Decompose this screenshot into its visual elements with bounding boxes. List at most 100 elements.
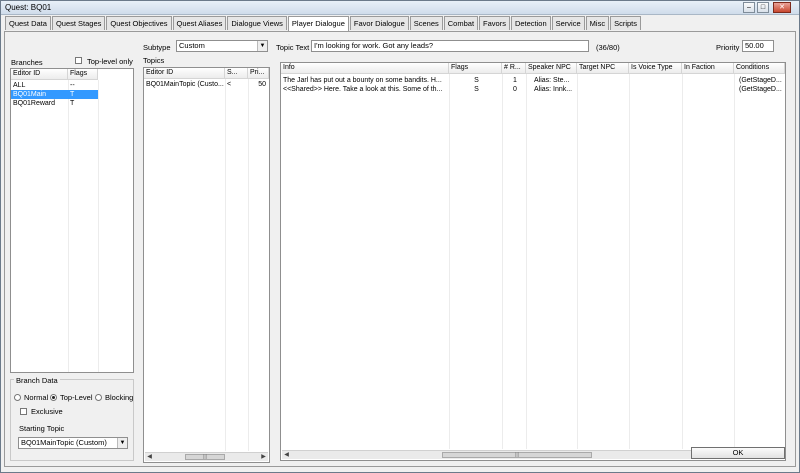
tab-misc[interactable]: Misc [585, 16, 610, 30]
column-header-info[interactable]: Info [281, 63, 449, 74]
tab-dialogue-views[interactable]: Dialogue Views [227, 16, 287, 30]
info-speaker-npc: Alias: Innk... [534, 86, 573, 93]
column-header-in-faction[interactable]: In Faction [682, 63, 734, 74]
exclusive-label: Exclusive [31, 407, 63, 416]
scrollbar-thumb[interactable]: ||| [185, 454, 225, 460]
ok-button[interactable]: OK [691, 447, 785, 459]
chevron-down-icon: ▼ [257, 41, 267, 51]
info-target-npc [577, 85, 629, 94]
info-response-count: 0 [513, 86, 517, 93]
column-divider [526, 74, 527, 449]
column-divider [577, 74, 578, 449]
column-header-flags[interactable]: Flags [68, 69, 98, 80]
tab-strip: Quest Data Quest Stages Quest Objectives… [5, 16, 642, 31]
info-voice-type [629, 76, 682, 85]
info-voice-type [629, 85, 682, 94]
normal-label: Normal [24, 393, 49, 402]
tab-quest-data[interactable]: Quest Data [5, 16, 51, 30]
close-button[interactable]: ✕ [773, 2, 791, 13]
top-level-only-checkbox[interactable] [75, 57, 82, 64]
topic-text-input[interactable]: I'm looking for work. Got any leads? [311, 40, 589, 52]
maximize-icon: □ [760, 4, 766, 11]
tab-favor-dialogue[interactable]: Favor Dialogue [349, 16, 409, 30]
branch-flags: T [68, 90, 98, 99]
priority-label: Priority [716, 43, 740, 52]
scrollbar-thumb[interactable]: ||| [442, 452, 592, 458]
branch-flags: -- [70, 82, 75, 89]
column-header-target-npc[interactable]: Target NPC [577, 63, 629, 74]
info-response-count: 1 [513, 77, 517, 84]
info-table[interactable]: Info Flags # R... Speaker NPC Target NPC… [280, 62, 786, 461]
blocking-radio[interactable] [95, 394, 102, 401]
scroll-left-icon[interactable]: ◀ [145, 453, 154, 461]
maximize-button[interactable]: □ [757, 2, 769, 13]
branch-flags: T [70, 100, 75, 107]
branch-editor-id: ALL [13, 82, 26, 89]
column-header-responses[interactable]: # R... [502, 63, 526, 74]
tab-favors[interactable]: Favors [479, 16, 510, 30]
info-in-faction [682, 85, 734, 94]
info-conditions: (GetStageD... [739, 86, 782, 93]
info-row[interactable]: <<Shared>> Here. Take a look at this. So… [281, 85, 785, 94]
minimize-button[interactable]: – [743, 2, 755, 13]
scroll-left-icon[interactable]: ◀ [282, 451, 291, 459]
info-row[interactable]: The Jarl has put out a bounty on some ba… [281, 76, 785, 85]
topic-text-count: (36/80) [596, 43, 620, 52]
topic-s: < [227, 81, 232, 88]
normal-radio[interactable] [14, 394, 21, 401]
starting-topic-value: BQ01MainTopic (Custom) [21, 438, 107, 447]
column-header-flags[interactable]: Flags [449, 63, 502, 74]
topic-priority: 50 [258, 81, 266, 88]
minimize-icon: – [747, 4, 751, 11]
column-header-voice-type[interactable]: Is Voice Type [629, 63, 682, 74]
exclusive-checkbox[interactable] [20, 408, 27, 415]
tab-quest-aliases[interactable]: Quest Aliases [172, 16, 227, 30]
info-flags: S [474, 86, 479, 93]
branch-row-all[interactable]: ALL -- [11, 81, 133, 90]
tab-detection[interactable]: Detection [510, 16, 551, 30]
column-divider [629, 74, 630, 449]
topic-editor-id: BQ01MainTopic (Custo... [146, 81, 224, 88]
info-text: The Jarl has put out a bounty on some ba… [283, 77, 442, 84]
starting-topic-select[interactable]: BQ01MainTopic (Custom) ▼ [18, 437, 128, 449]
topics-label: Topics [143, 56, 165, 65]
scroll-right-icon[interactable]: ▶ [259, 453, 268, 461]
subtype-value: Custom [179, 41, 205, 50]
priority-input[interactable]: 50.00 [742, 40, 774, 52]
info-flags: S [474, 77, 479, 84]
column-divider [502, 74, 503, 449]
tab-scripts[interactable]: Scripts [610, 16, 641, 30]
column-header-conditions[interactable]: Conditions [734, 63, 785, 74]
top-level-only-label: Top-level only [87, 57, 133, 66]
column-header-speaker-npc[interactable]: Speaker NPC [526, 63, 577, 74]
column-divider [98, 80, 99, 372]
player-dialogue-panel: Branches Top-level only Editor ID Flags … [4, 31, 796, 467]
info-text: <<Shared>> Here. Take a look at this. So… [283, 86, 443, 93]
topic-row[interactable]: BQ01MainTopic (Custo... < 50 [144, 80, 269, 89]
column-header-s[interactable]: S... [225, 68, 248, 79]
branch-row-bq01main[interactable]: BQ01Main T [11, 90, 133, 99]
top-level-label: Top-Level [60, 393, 93, 402]
subtype-label: Subtype [143, 43, 171, 52]
tab-player-dialogue[interactable]: Player Dialogue [287, 16, 349, 31]
column-divider [225, 79, 226, 451]
column-header-priority[interactable]: Pri... [248, 68, 269, 79]
tab-combat[interactable]: Combat [443, 16, 479, 30]
branch-row-bq01reward[interactable]: BQ01Reward T [11, 99, 133, 108]
branches-label: Branches [11, 58, 43, 67]
subtype-select[interactable]: Custom ▼ [176, 40, 268, 52]
tab-scenes[interactable]: Scenes [409, 16, 443, 30]
tab-service[interactable]: Service [551, 16, 585, 30]
column-divider [682, 74, 683, 449]
top-level-radio[interactable] [50, 394, 57, 401]
column-header-editor-id[interactable]: Editor ID [144, 68, 225, 79]
topics-list[interactable]: Editor ID S... Pri... BQ01MainTopic (Cus… [143, 67, 270, 463]
tab-quest-stages[interactable]: Quest Stages [51, 16, 106, 30]
column-header-editor-id[interactable]: Editor ID [11, 69, 68, 80]
branch-data-label: Branch Data [14, 376, 60, 385]
branches-list[interactable]: Editor ID Flags ALL -- BQ01Main T BQ01Re… [10, 68, 134, 373]
blocking-label: Blocking [105, 393, 134, 402]
topics-horizontal-scrollbar[interactable]: ◀ ||| ▶ [145, 452, 268, 461]
tab-quest-objectives[interactable]: Quest Objectives [106, 16, 172, 30]
close-icon: ✕ [779, 4, 785, 11]
